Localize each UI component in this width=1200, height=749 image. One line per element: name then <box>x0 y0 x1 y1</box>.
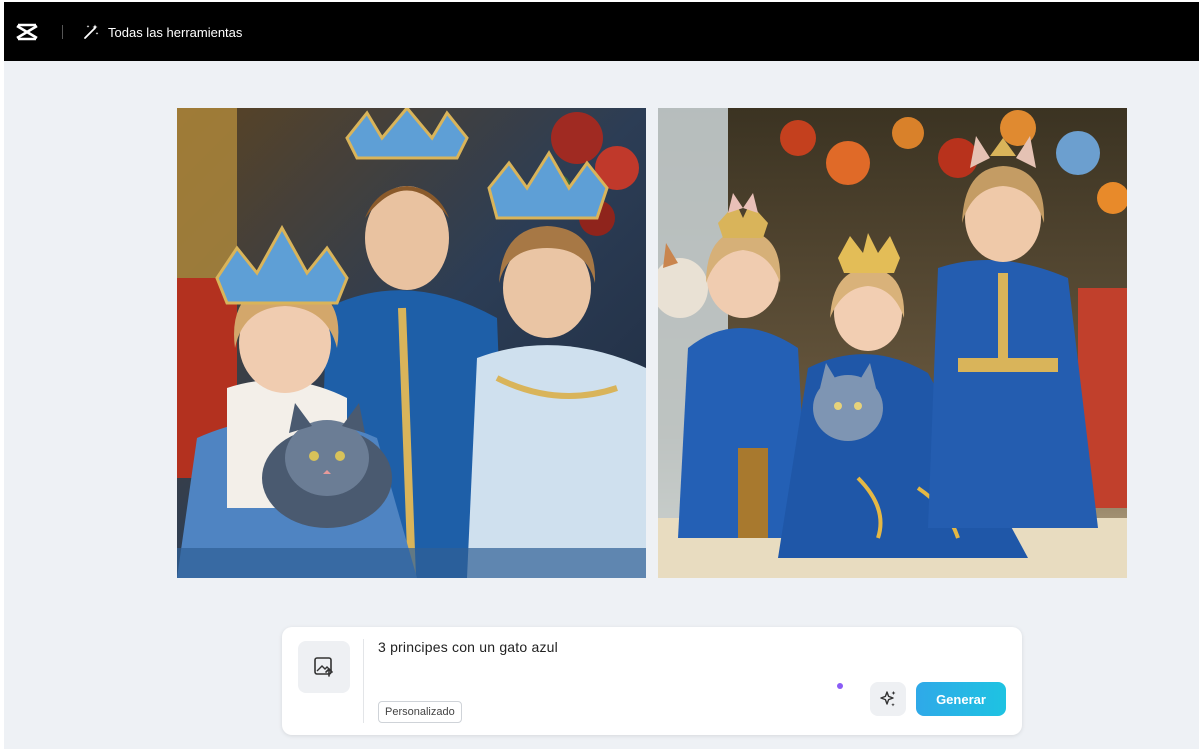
style-tag-button[interactable]: Personalizado <box>378 701 462 723</box>
prompt-input[interactable]: 3 principes con un gato azul <box>378 639 978 655</box>
panel-divider <box>363 639 364 723</box>
workspace-canvas: 3 principes con un gato azul Personaliza… <box>4 61 1199 749</box>
top-bar: Todas las herramientas <box>4 2 1199 61</box>
magic-enhance-button[interactable] <box>870 682 906 716</box>
all-tools-label: Todas las herramientas <box>108 24 243 40</box>
all-tools-link[interactable]: Todas las herramientas <box>82 22 242 42</box>
generated-image-1[interactable] <box>177 108 646 578</box>
image-upload-button[interactable] <box>298 641 350 693</box>
generate-button[interactable]: Generar <box>916 682 1006 716</box>
magic-wand-icon <box>84 24 99 39</box>
status-dot <box>837 683 843 689</box>
sparkle-icon <box>880 691 896 707</box>
generated-image-2[interactable] <box>658 108 1127 578</box>
image-upload-icon <box>314 657 333 677</box>
capcut-logo-icon[interactable] <box>15 22 39 42</box>
prompt-panel: 3 principes con un gato azul Personaliza… <box>282 627 1022 735</box>
header-divider <box>62 25 63 39</box>
